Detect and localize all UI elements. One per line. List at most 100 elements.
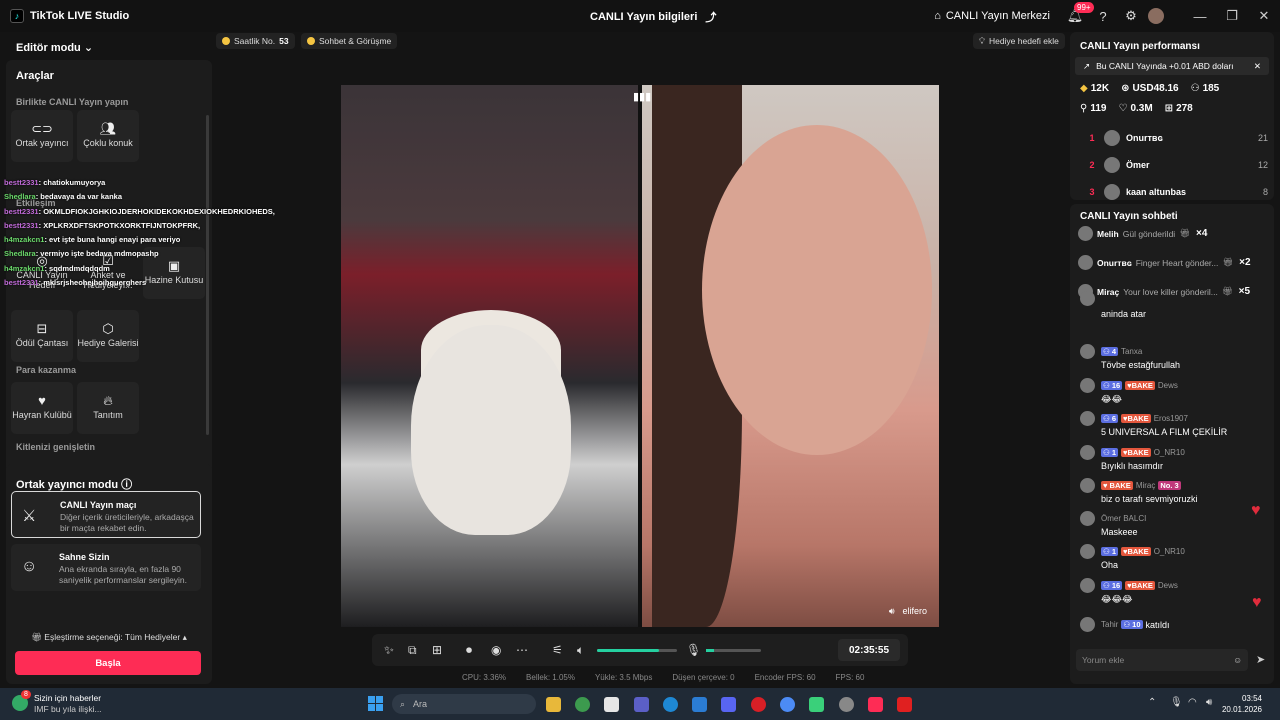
perf-stats-row-1: ◆ 12K ⊛ USD48.16 ⚇ 185 (1080, 83, 1219, 94)
chat-message[interactable]: ⚇ 1 ♥BAKE O_NR10 Bıyıklı hasımdır (1080, 445, 1270, 471)
volume-icon[interactable]: 🔈︎ (577, 643, 584, 658)
maximize-button[interactable]: ❐ (1216, 8, 1248, 24)
ranking-row[interactable]: 2 Ömer 12 (1080, 153, 1268, 177)
level-value: 16 (1111, 381, 1121, 390)
emoji-icon[interactable]: ☺ (1233, 655, 1242, 665)
diamond-icon: ◆ (1080, 83, 1088, 94)
taskbar-search[interactable]: ⌕ Ara (392, 694, 536, 714)
live-center-button[interactable]: ⌂ CANLI Yayın Merkezi (934, 10, 1050, 22)
more-icon[interactable]: ⋯ (516, 643, 528, 657)
volume-slider[interactable] (597, 649, 677, 652)
tile-gift-gallery[interactable]: ⬡ Hediye Galerisi (77, 310, 139, 362)
tile-reward-bag[interactable]: ⊟ Ödül Çantası (11, 310, 73, 362)
add-source-icon[interactable]: ⧉ (408, 643, 417, 658)
card-stage[interactable]: ☺ Sahne Sizin Ana ekranda sırayla, en fa… (11, 544, 201, 591)
clock[interactable]: 03:54 20.01.2026 (1222, 693, 1262, 715)
floating-heart-icon: ♥ (1252, 594, 1262, 611)
layout-icon[interactable]: ⊞ (432, 643, 442, 657)
chat-message[interactable]: ⚇ 6 ♥BAKE Eros1907 5 UNIVERSAL A FILM ÇEKİL… (1080, 411, 1270, 437)
ranking-row[interactable]: 3 kaan altunbas 8 (1080, 180, 1268, 200)
viewers-value: 185 (1202, 83, 1220, 94)
teams-icon[interactable] (634, 697, 649, 712)
info-icon[interactable]: ⓘ (121, 479, 132, 491)
gift-box-icon: ⊞ (1164, 103, 1174, 114)
card-live-match[interactable]: ⚔ CANLI Yayın maçı Diğer içerik üreticil… (11, 491, 201, 538)
search-icon: ⌕ (400, 698, 406, 709)
effects-icon[interactable]: ✨︎ (384, 643, 394, 658)
tile-multi-guest[interactable]: 👥︎ Çoklu konuk (77, 110, 139, 162)
youtube-icon[interactable] (897, 697, 912, 712)
wifi-icon[interactable]: ◠ (1188, 697, 1197, 708)
help-icon: ? (1099, 8, 1107, 24)
app-icon[interactable] (809, 697, 824, 712)
overlay-chat-line: bestt2331: XPLKRXDFTSKPOTKXORKTFIJNTOKPF… (4, 219, 294, 233)
photos-icon[interactable] (604, 697, 619, 712)
close-button[interactable]: ✕ (1248, 8, 1280, 24)
match-icon: ⚔ (22, 508, 37, 525)
flame-icon: 🔥︎ (103, 393, 113, 408)
chat-message[interactable]: Ömer BALCI Maskeee (1080, 511, 1270, 537)
overlay-chat-user: bestt2331 (4, 206, 39, 216)
gift-goal-chip[interactable]: 💡︎ Hediye hedefi ekle (973, 33, 1065, 49)
chat-message[interactable]: ⚇ 16 ♥BAKE Dews 😂😂😂 (1080, 578, 1270, 605)
chat-message[interactable]: ⚇ 4 Tanxa Tövbe estağfurullah (1080, 344, 1270, 370)
mic-tray-icon[interactable]: 🎙︎ (1170, 697, 1183, 708)
notifications-button[interactable]: 🔔︎ 99+ (1064, 2, 1094, 27)
editor-mode-dropdown[interactable]: Editör modu ⌄ (16, 41, 93, 54)
gift-icon: 🎁︎ (31, 632, 42, 642)
camera-switch-icon[interactable]: ◉ (491, 643, 501, 657)
chat-text: aninda atar (1101, 309, 1147, 319)
start-icon[interactable] (368, 696, 383, 711)
tiktok-icon[interactable] (868, 697, 883, 712)
close-icon[interactable]: ✕ (1254, 61, 1261, 72)
overlay-chat-text: : mklsrjsheohejhoihguerghers (38, 278, 147, 288)
level-value: 16 (1111, 581, 1121, 590)
chat-message[interactable]: ⚇ 1 ♥BAKE O_NR10 Oha (1080, 544, 1270, 570)
chat-message[interactable]: ⚇ 16 ♥BAKE Dews 😂😂 (1080, 378, 1270, 405)
chat-user: Tanxa (1120, 347, 1143, 356)
chat-user: O_NR10 (1153, 448, 1185, 457)
usd-value: USD48.16 (1132, 83, 1179, 94)
tile-promote[interactable]: 🔥︎ Tanıtım (77, 382, 139, 434)
mic-icon[interactable]: 🎙︎ (686, 643, 701, 657)
start-button[interactable]: Başla (15, 651, 201, 675)
news-widget[interactable]: 8 Sizin için haberler IMF bu yıla ilişki… (12, 690, 102, 715)
file-explorer-icon[interactable] (546, 697, 561, 712)
user-avatar[interactable] (1148, 8, 1164, 24)
chat-call-chip[interactable]: Sohbet & Görüşme (301, 33, 398, 49)
tile-fan-club[interactable]: ♥ Hayran Kulübü (11, 382, 73, 434)
chrome-icon[interactable] (575, 697, 590, 712)
edge-icon[interactable] (663, 697, 678, 712)
adjust-icon[interactable]: ⚟ (552, 643, 563, 657)
encoder-fps-stat: Encoder FPS: 60 (754, 673, 816, 682)
news-subtitle: IMF bu yıla ilişki... (34, 704, 102, 714)
record-icon[interactable]: ⏺ (466, 643, 472, 658)
usd-stat: ⊛ USD48.16 (1121, 83, 1179, 94)
tile-label: Ortak yayıncı (15, 138, 69, 148)
minimize-button[interactable]: — (1184, 9, 1216, 24)
live-info-button[interactable]: CANLI Yayın bilgileri ⤴ (590, 9, 716, 25)
chat-message[interactable]: aninda atar (1080, 291, 1270, 319)
store-icon[interactable] (692, 697, 707, 712)
chat-message[interactable]: ♥ BAKE Miraç No. 3 biz o tarafı sevmiyoruzk… (1080, 478, 1270, 504)
speaker-tray-icon[interactable]: 🔊︎ (1206, 697, 1212, 708)
settings-button[interactable]: ⚙ (1120, 5, 1142, 27)
opera-icon[interactable] (751, 697, 766, 712)
overlay-chat-line: Shedlara: bedavaya da var kanka (4, 190, 294, 204)
match-option-dropdown[interactable]: 🎁︎ Eşleştirme seçeneği: Tüm Hediyeler ▴ (6, 632, 212, 643)
chevron-up-icon[interactable]: ⌃ (1148, 697, 1156, 708)
hourly-value: 53 (279, 36, 289, 46)
discord-icon[interactable] (721, 697, 736, 712)
hourly-rank-chip[interactable]: Saatlik No. 53 (216, 33, 295, 49)
send-icon[interactable]: ➤ (1256, 653, 1265, 666)
help-button[interactable]: ? (1092, 5, 1114, 27)
overlay-chat-user: bestt2331 (4, 178, 39, 187)
tile-cohost[interactable]: ⊂⊃ Ortak yayıncı (11, 110, 73, 162)
chat-user: Eros1907 (1153, 414, 1188, 423)
app-icon[interactable] (839, 697, 854, 712)
chrome-alt-icon[interactable] (780, 697, 795, 712)
comment-input[interactable]: Yorum ekle ☺ (1076, 649, 1248, 671)
ranking-row[interactable]: 1 Onurᴛʙɢ 21 (1080, 126, 1268, 150)
live-chat-panel: CANLI Yayın sohbeti Melih Gül gönderildi 🎁… (1070, 204, 1274, 684)
live-preview[interactable]: 🔊︎ elifero ▮▮▮ (341, 85, 939, 627)
